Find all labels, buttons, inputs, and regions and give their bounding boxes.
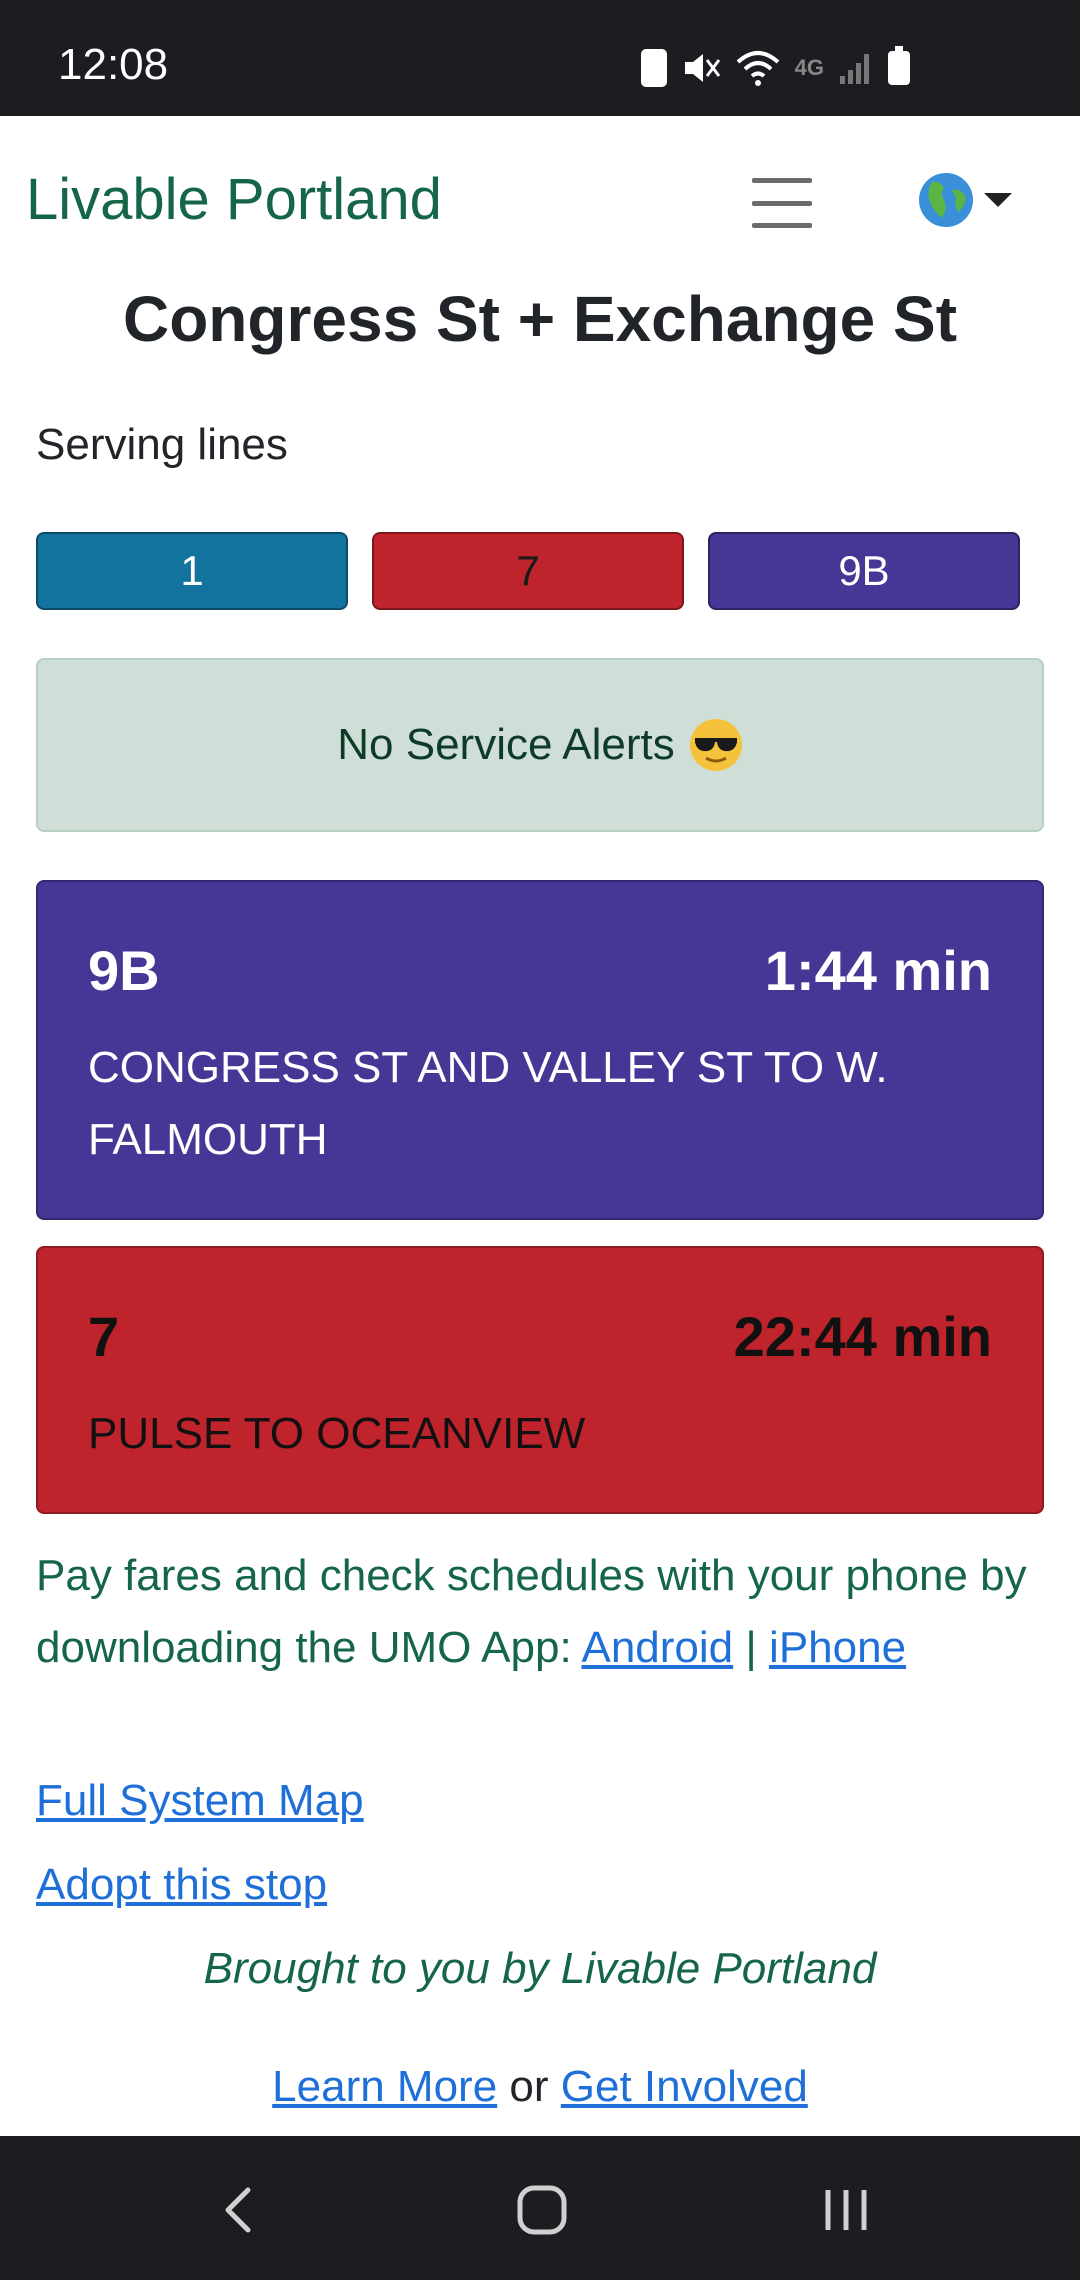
chevron-down-icon xyxy=(984,193,1012,207)
menu-toggle-button[interactable] xyxy=(752,178,812,228)
home-icon[interactable] xyxy=(512,2180,572,2240)
back-icon[interactable] xyxy=(210,2180,270,2240)
hamburger-line xyxy=(752,200,812,206)
network-type-label: 4G xyxy=(794,55,824,80)
iphone-app-link[interactable]: iPhone xyxy=(769,1623,906,1672)
status-icons: 4G xyxy=(640,44,910,92)
arrival-destination: PULSE TO OCEANVIEW xyxy=(88,1409,586,1458)
brought-by-text: Brought to you by Livable Portland xyxy=(203,1944,877,1993)
line-buttons: 1 7 9B xyxy=(36,532,1020,610)
line-7-button[interactable]: 7 xyxy=(372,532,684,610)
sunglasses-emoji-icon xyxy=(689,719,742,771)
mute-icon xyxy=(684,54,720,82)
learn-more-link[interactable]: Learn More xyxy=(272,2062,497,2111)
service-alert-text: No Service Alerts xyxy=(337,720,675,769)
battery-icon xyxy=(888,46,910,85)
page-title: Congress St + Exchange St xyxy=(122,283,958,355)
recent-apps-icon[interactable] xyxy=(816,2180,876,2240)
status-time: 12:08 xyxy=(58,40,169,89)
arrival-route: 7 xyxy=(88,1305,120,1368)
footer-links: Learn More or Get Involved xyxy=(0,2062,1080,2112)
arrival-card[interactable]: 7 22:44 min PULSE TO OCEANVIEW xyxy=(36,1246,1044,1514)
arrival-destination: CONGRESS ST AND VALLEY ST TO W. FALMOUTH xyxy=(88,1043,888,1164)
link-separator: | xyxy=(745,1623,757,1672)
arrival-time: 1:44 min xyxy=(764,939,992,1002)
get-involved-link[interactable]: Get Involved xyxy=(561,2062,808,2111)
battery-saver-icon xyxy=(640,49,667,87)
brand-link[interactable]: Livable Portland xyxy=(26,166,442,233)
app-info-text: Pay fares and check schedules with your … xyxy=(36,1540,1046,1684)
service-alert-box: No Service Alerts xyxy=(36,658,1044,832)
serving-lines-label: Serving lines xyxy=(36,420,288,469)
hamburger-line xyxy=(752,178,812,183)
system-nav-bar xyxy=(0,2136,1080,2280)
arrival-route: 9B xyxy=(88,939,160,1002)
status-bar: 12:08 4G xyxy=(0,0,1080,116)
navbar: Livable Portland xyxy=(0,116,1080,286)
arrival-card[interactable]: 9B 1:44 min CONGRESS ST AND VALLEY ST TO… xyxy=(36,880,1044,1220)
wifi-icon xyxy=(736,51,779,86)
hamburger-line xyxy=(752,223,812,228)
signal-icon xyxy=(840,54,869,84)
android-app-link[interactable]: Android xyxy=(581,1623,733,1672)
adopt-stop-link[interactable]: Adopt this stop xyxy=(36,1860,327,1910)
language-dropdown[interactable] xyxy=(918,170,1012,230)
full-system-map-link[interactable]: Full System Map xyxy=(36,1776,364,1826)
line-9b-button[interactable]: 9B xyxy=(708,532,1020,610)
arrival-time: 22:44 min xyxy=(733,1305,992,1368)
footer-or-text: or xyxy=(509,2062,549,2111)
line-1-button[interactable]: 1 xyxy=(36,532,348,610)
globe-icon xyxy=(919,173,973,227)
